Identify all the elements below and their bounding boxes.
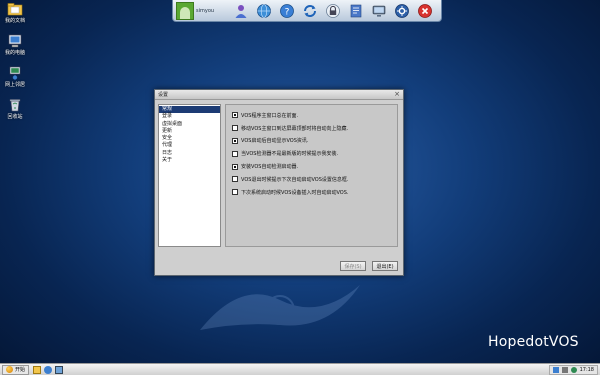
wallpaper-emblem	[200, 285, 360, 330]
quick-launch	[33, 365, 64, 374]
dialog-footer: 保存(S) 退出(E)	[340, 261, 398, 271]
settings-panel: VOS程序主窗口总在前面. 移动VOS主窗口到达屏幕顶部时将自动向上隐藏. VO…	[225, 104, 398, 247]
dock-close-button[interactable]	[416, 2, 433, 19]
save-button[interactable]: 保存(S)	[340, 261, 366, 271]
option-checkbox[interactable]	[232, 125, 238, 132]
option-checkbox[interactable]	[232, 137, 238, 144]
desktop-icon-my-documents[interactable]: 我的文档	[2, 2, 28, 24]
lock-icon	[325, 3, 340, 18]
option-row[interactable]: 下次系统启动时候VOS设备插入时自动启动VOS.	[232, 186, 391, 199]
desktop-icon-label: 网上邻居	[4, 82, 25, 88]
dock-username: simyou	[196, 7, 215, 14]
option-row[interactable]: 当VOS检测器不是最新版的时候提示我安装.	[232, 147, 391, 160]
taskbar: 开始 17:18	[0, 363, 600, 375]
dialog-title: 设置	[158, 92, 169, 98]
volume-tray-icon[interactable]	[561, 366, 568, 373]
desktop-icon-my-computer[interactable]: 我的电脑	[2, 34, 28, 56]
globe-icon	[256, 3, 271, 18]
nav-item-log[interactable]: 日志	[159, 150, 220, 157]
monitor-icon	[372, 5, 385, 17]
option-label: 移动VOS主窗口到达屏幕顶部时将自动向上隐藏.	[241, 125, 349, 132]
desktop-icon[interactable]	[55, 365, 64, 374]
dialog-titlebar[interactable]: 设置 ×	[155, 90, 403, 100]
network-icon	[9, 66, 21, 80]
dock-monitor-button[interactable]	[370, 2, 387, 19]
nav-item-proxy[interactable]: 代理	[159, 142, 220, 149]
option-checkbox[interactable]	[232, 163, 238, 170]
help-icon: ?	[279, 3, 294, 18]
computer-icon	[8, 34, 22, 48]
desktop-icon-label: 我的文档	[4, 18, 25, 24]
close-icon	[417, 3, 432, 18]
dock-lock-button[interactable]	[324, 2, 341, 19]
option-label: 安装VOS自动检测启动器.	[241, 164, 299, 171]
notes-icon	[350, 4, 361, 17]
dock-globe-button[interactable]	[255, 2, 272, 19]
option-label: 下次系统启动时候VOS设备插入时自动启动VOS.	[241, 189, 349, 196]
browser-icon[interactable]	[44, 365, 53, 374]
brand-logo-text: HopedotVOS	[488, 334, 579, 350]
settings-icon	[394, 3, 409, 18]
folder-documents-icon	[7, 3, 23, 16]
exit-button[interactable]: 退出(E)	[372, 261, 398, 271]
top-dock: simyou ?	[172, 0, 442, 22]
dock-user-button[interactable]	[232, 2, 249, 19]
dock-user[interactable]: simyou	[176, 1, 226, 20]
option-checkbox[interactable]	[232, 189, 238, 196]
start-icon	[6, 366, 13, 373]
dock-notes-button[interactable]	[347, 2, 364, 19]
nav-item-virtual-desktop[interactable]: 虚拟桌面	[159, 121, 220, 128]
option-row[interactable]: VOS程序主窗口总在前面.	[232, 109, 391, 122]
start-label: 开始	[15, 367, 26, 373]
nav-item-login[interactable]: 登录	[159, 113, 220, 120]
option-checkbox[interactable]	[232, 112, 238, 119]
desktop-icon-label: 我的电脑	[4, 50, 25, 56]
desktop-icon-network[interactable]: 网上邻居	[2, 66, 28, 88]
option-label: VOS启动后自动显示VOS资讯.	[241, 138, 309, 145]
folder-icon[interactable]	[33, 365, 42, 374]
network-tray-icon[interactable]	[552, 366, 559, 373]
option-label: 当VOS检测器不是最新版的时候提示我安装.	[241, 151, 339, 158]
settings-nav: 常规 登录 虚拟桌面 更新 安全 代理 日志 关于	[158, 104, 221, 247]
system-tray: 17:18	[548, 364, 598, 375]
recycle-bin-icon	[9, 99, 21, 112]
desktop-icon-recycle-bin[interactable]: 回收站	[2, 98, 28, 120]
dock-help-button[interactable]: ?	[278, 2, 295, 19]
refresh-icon	[303, 4, 316, 17]
dock-refresh-button[interactable]	[301, 2, 318, 19]
option-checkbox[interactable]	[232, 176, 238, 183]
option-row[interactable]: VOS启动后自动显示VOS资讯.	[232, 135, 391, 148]
option-label: VOS退出时候提示下次自动启动VOS设置信息框.	[241, 176, 349, 183]
option-row[interactable]: 移动VOS主窗口到达屏幕顶部时将自动向上隐藏.	[232, 122, 391, 135]
start-button[interactable]: 开始	[2, 364, 30, 375]
dialog-close-button[interactable]: ×	[394, 91, 400, 98]
nav-item-about[interactable]: 关于	[159, 157, 220, 164]
clock: 17:18	[579, 366, 594, 373]
svg-text:?: ?	[284, 7, 289, 17]
desktop-icon-label: 回收站	[7, 114, 23, 120]
option-row[interactable]: VOS退出时候提示下次自动启动VOS设置信息框.	[232, 173, 391, 186]
dock-settings-button[interactable]	[393, 2, 410, 19]
avatar	[176, 1, 194, 20]
settings-dialog: 设置 × 常规 登录 虚拟桌面 更新 安全 代理 日志 关于 VOS程序主窗口总…	[154, 89, 404, 276]
option-checkbox[interactable]	[232, 150, 238, 157]
option-row[interactable]: 安装VOS自动检测启动器.	[232, 160, 391, 173]
option-label: VOS程序主窗口总在前面.	[241, 112, 299, 119]
user-icon	[235, 4, 246, 18]
vos-tray-icon[interactable]	[570, 366, 577, 373]
